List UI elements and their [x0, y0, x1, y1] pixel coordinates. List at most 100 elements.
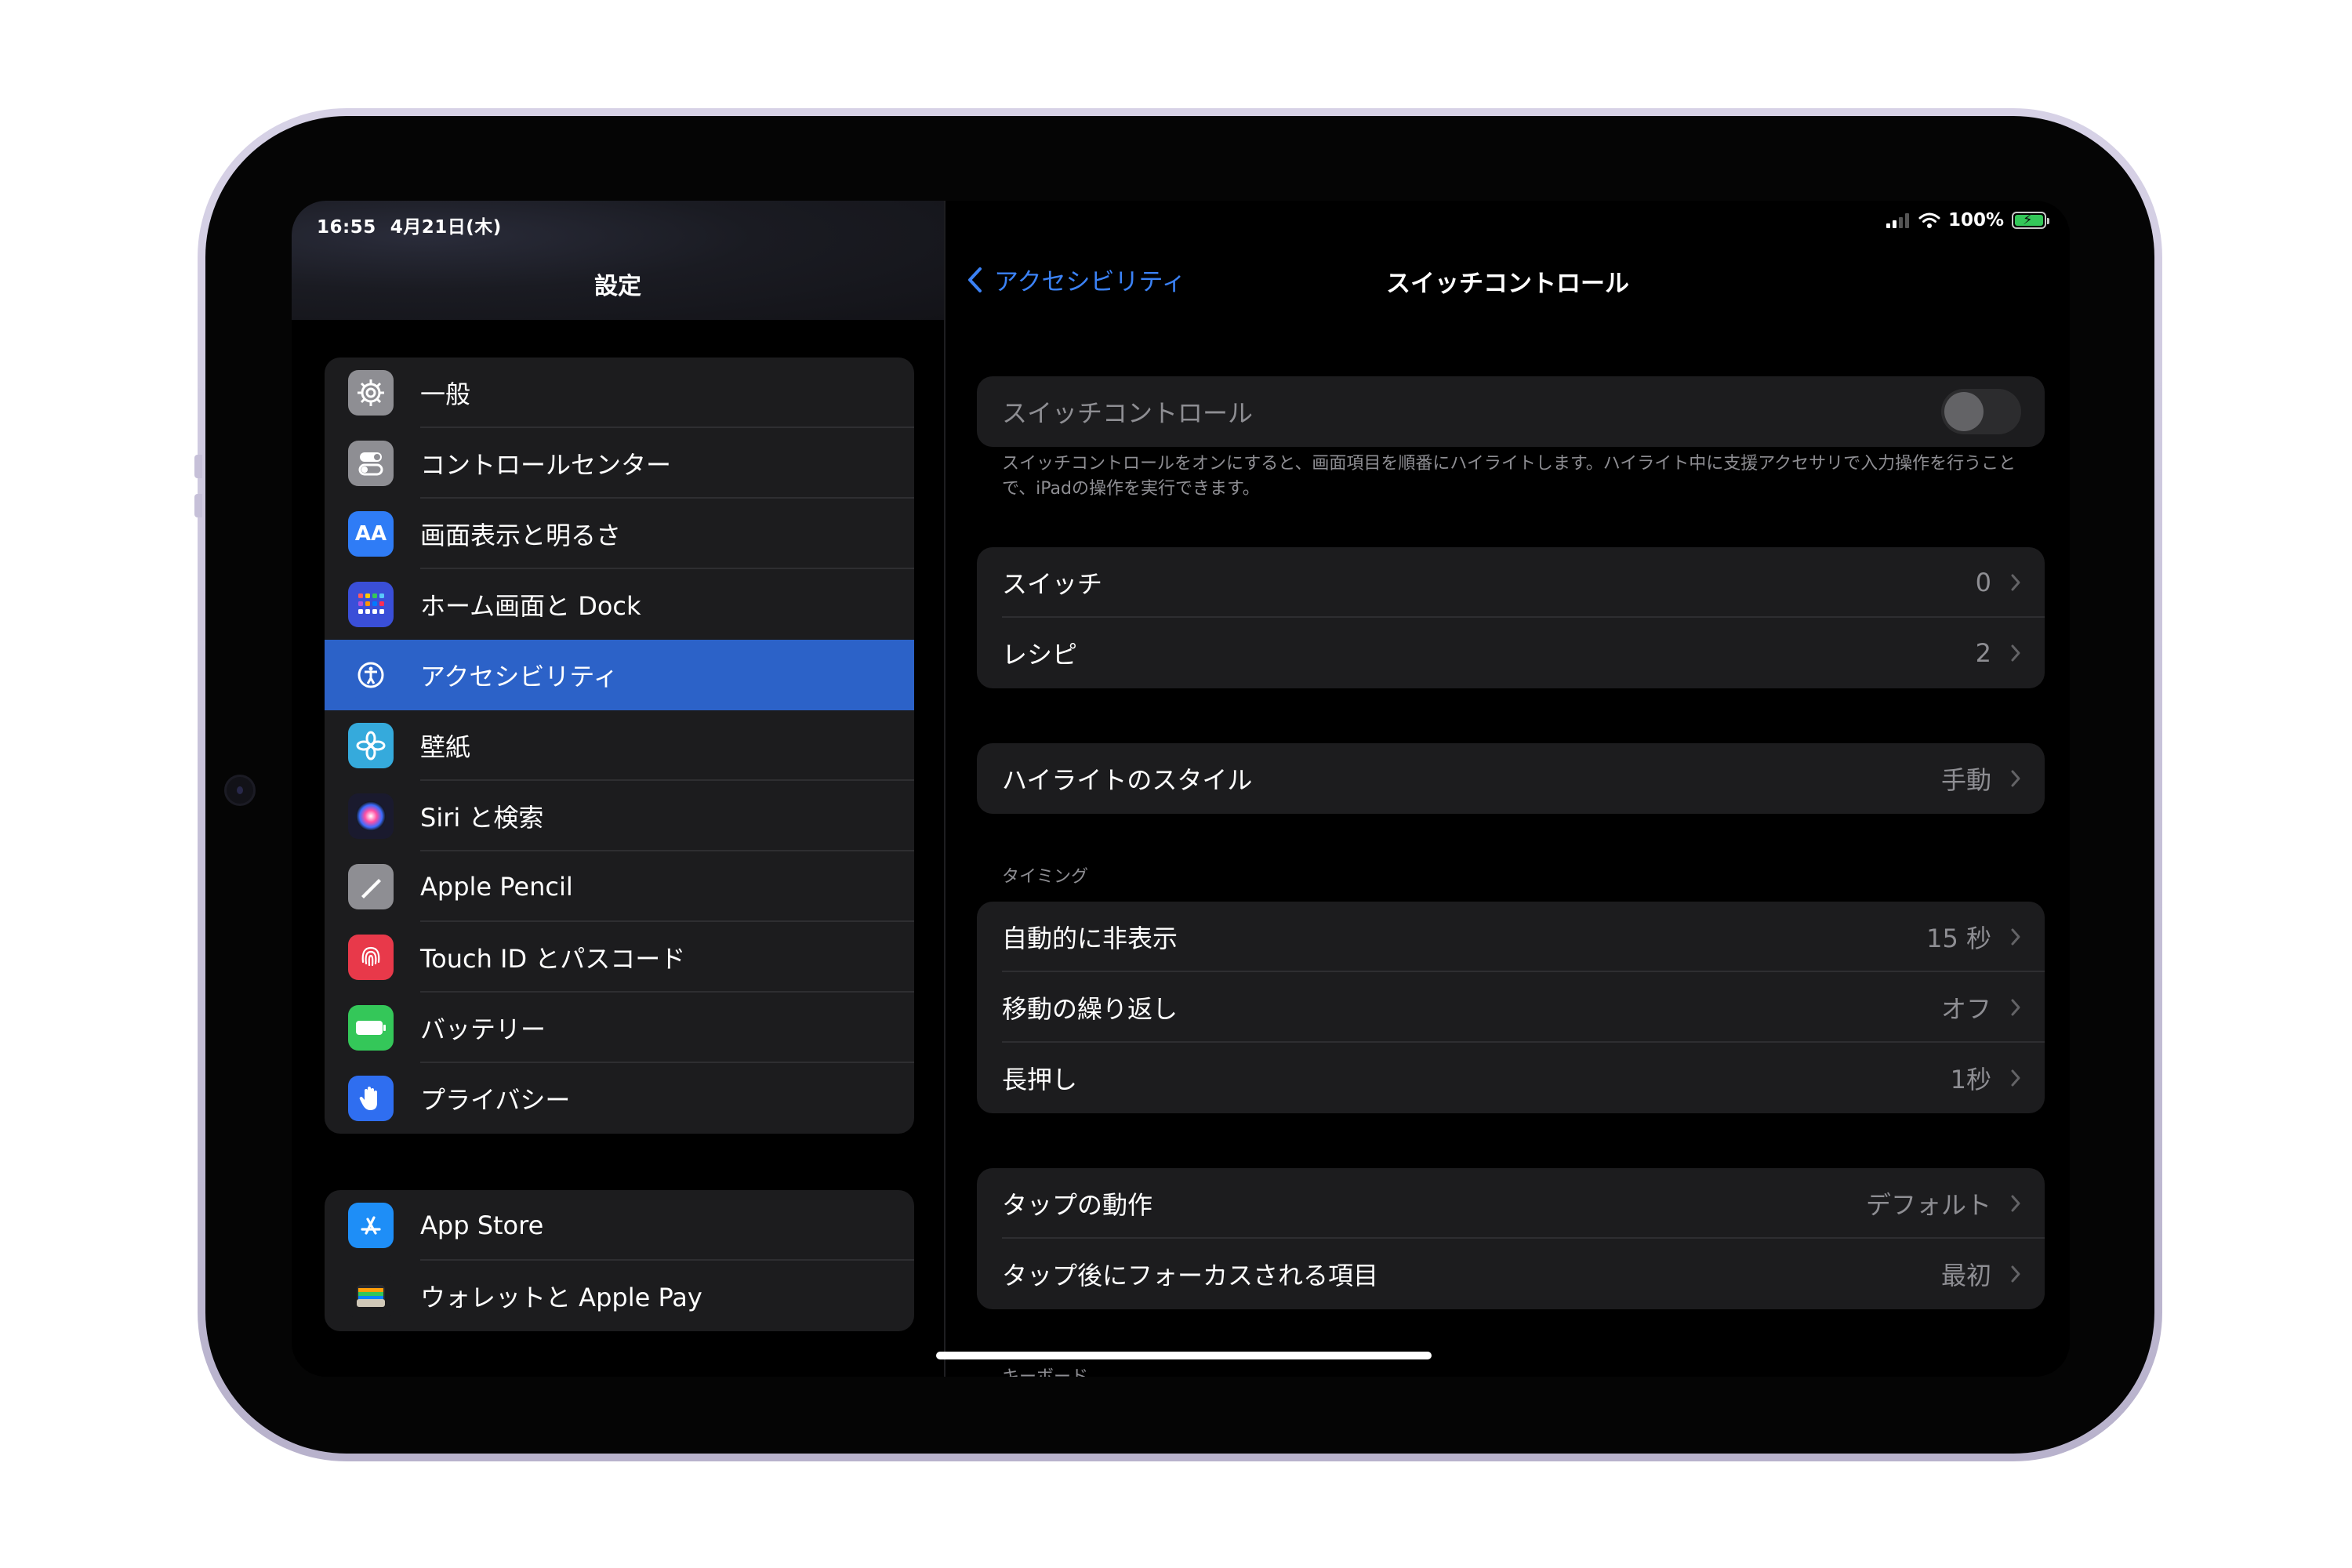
pencil-icon	[348, 864, 394, 909]
timing-row-1[interactable]: 移動の繰り返し オフ	[977, 972, 2045, 1043]
sidebar-item-label: ホーム画面と Dock	[420, 591, 641, 621]
sidebar-item-label: ウォレットと Apple Pay	[420, 1283, 702, 1312]
home-grid-icon	[348, 582, 394, 627]
row-label: 自動的に非表示	[1002, 924, 1178, 953]
settings-sidebar: 16:55 4月21日(木) 設定 一般コントロールセンター AA 画面表示と明るさホ…	[292, 201, 944, 1377]
sidebar-item-fingerprint[interactable]: Touch ID とパスコード	[325, 922, 914, 993]
row-label: レシピ	[1002, 640, 1078, 670]
chevron-right-icon	[2011, 770, 2020, 787]
tap-row-1[interactable]: タップ後にフォーカスされる項目 最初	[977, 1239, 2045, 1309]
highlight-row-0[interactable]: ハイライトのスタイル 手動	[977, 743, 2045, 814]
chevron-right-icon	[2011, 999, 2020, 1016]
chevron-right-icon	[2011, 1195, 2020, 1212]
switch-control-toggle-label: スイッチコントロール	[1002, 398, 1254, 428]
row-label: タップ後にフォーカスされる項目	[1002, 1261, 1379, 1290]
status-time-date: 16:55 4月21日(木)	[317, 212, 516, 238]
keyboard-section-header: キーボード	[1002, 1363, 1088, 1377]
sidebar-item-app-store[interactable]: App Store	[325, 1190, 914, 1261]
sidebar-item-label: 壁紙	[420, 732, 471, 762]
screen: 16:55 4月21日(木) 設定 一般コントロールセンター AA 画面表示と明るさホ…	[292, 201, 2070, 1377]
switch-control-toggle-row: スイッチコントロール	[977, 376, 2045, 447]
sidebar-item-wallet[interactable]: ウォレットと Apple Pay	[325, 1261, 914, 1331]
sidebar-item-text-size[interactable]: AA 画面表示と明るさ	[325, 499, 914, 569]
highlight-group: ハイライトのスタイル 手動	[977, 743, 2045, 814]
hand-icon	[348, 1076, 394, 1121]
siri-icon	[348, 793, 394, 839]
row-label: ハイライトのスタイル	[1002, 765, 1253, 795]
home-indicator[interactable]	[936, 1352, 1432, 1359]
timing-section-header: タイミング	[1002, 867, 1089, 887]
row-value: 最初	[1940, 1261, 1991, 1290]
sidebar-item-battery[interactable]: バッテリー	[325, 993, 914, 1063]
text-size-icon: AA	[348, 511, 394, 557]
chevron-right-icon	[2011, 928, 2020, 946]
wallet-icon	[348, 1273, 394, 1319]
row-label: 移動の繰り返し	[1002, 994, 1178, 1024]
battery-icon	[348, 1005, 394, 1051]
sidebar-item-siri[interactable]: Siri と検索	[325, 781, 914, 851]
wifi-icon	[1918, 212, 1940, 228]
sidebar-item-accessibility[interactable]: アクセシビリティ	[325, 640, 914, 710]
battery-icon: ⚡	[2012, 212, 2049, 229]
tap-row-0[interactable]: タップの動作 デフォルト	[977, 1168, 2045, 1239]
front-camera	[224, 775, 256, 806]
battery-percent: 100%	[1947, 210, 2004, 230]
sidebar-item-label: App Store	[420, 1210, 544, 1240]
row-value: 15 秒	[1926, 924, 1991, 953]
row-value: オフ	[1940, 994, 1991, 1024]
sidebar-item-toggles[interactable]: コントロールセンター	[325, 428, 914, 499]
sidebar-item-label: アクセシビリティ	[420, 662, 619, 691]
sidebar-item-label: Apple Pencil	[420, 872, 573, 902]
row-label: タップの動作	[1002, 1190, 1153, 1220]
row-label: 長押し	[1002, 1065, 1078, 1094]
chevron-right-icon	[2011, 644, 2020, 662]
sidebar-item-label: 一般	[420, 379, 471, 409]
sidebar-item-label: Touch ID とパスコード	[420, 944, 686, 974]
detail-pane: 100% ⚡ アクセシビリティ スイッチコントロール スイッチコントロール スイ…	[946, 201, 2070, 1377]
flower-icon	[348, 723, 394, 768]
chevron-right-icon	[2011, 574, 2020, 591]
chevron-right-icon	[2011, 1265, 2020, 1283]
volume-down-button	[194, 494, 202, 517]
sidebar-item-home-grid[interactable]: ホーム画面と Dock	[325, 569, 914, 640]
switch-control-footnote: スイッチコントロールをオンにすると、画面項目を順番にハイライトします。ハイライト…	[1002, 454, 2016, 499]
switches-row-0[interactable]: スイッチ 0	[977, 547, 2045, 618]
row-value: 手動	[1940, 765, 1991, 795]
status-date: 4月21日(木)	[390, 217, 502, 238]
row-label: スイッチ	[1002, 569, 1103, 599]
sidebar-item-label: コントロールセンター	[420, 450, 672, 480]
sidebar-item-label: Siri と検索	[420, 803, 544, 833]
timing-group: 自動的に非表示 15 秒移動の繰り返し オフ長押し 1秒	[977, 902, 2045, 1113]
switch-control-toggle[interactable]	[1941, 389, 2021, 434]
gear-icon	[348, 370, 394, 416]
sidebar-item-gear[interactable]: 一般	[325, 358, 914, 428]
sidebar-title: 設定	[594, 273, 641, 300]
timing-row-0[interactable]: 自動的に非表示 15 秒	[977, 902, 2045, 972]
page-title: スイッチコントロール	[1386, 270, 1629, 298]
switches-row-1[interactable]: レシピ 2	[977, 618, 2045, 688]
tap-group: タップの動作 デフォルトタップ後にフォーカスされる項目 最初	[977, 1168, 2045, 1309]
toggles-icon	[348, 441, 394, 486]
fingerprint-icon	[348, 935, 394, 980]
row-value: 0	[1975, 568, 1991, 597]
switches-group: スイッチ 0 レシピ 2	[977, 547, 2045, 688]
switch-control-toggle-group: スイッチコントロール	[977, 376, 2045, 447]
accessibility-icon	[348, 652, 394, 698]
row-value: 2	[1975, 638, 1991, 668]
sidebar-item-label: バッテリー	[420, 1014, 546, 1044]
row-value: デフォルト	[1865, 1190, 1991, 1220]
timing-row-2[interactable]: 長押し 1秒	[977, 1043, 2045, 1113]
status-time: 16:55	[317, 217, 376, 238]
status-indicators: 100% ⚡	[1886, 210, 2049, 230]
sidebar-item-label: プライバシー	[420, 1085, 571, 1115]
sidebar-group-main: 一般コントロールセンター AA 画面表示と明るさホーム画面と Dock アクセシビリテ…	[325, 358, 914, 1134]
sidebar-item-hand[interactable]: プライバシー	[325, 1063, 914, 1134]
cellular-signal-icon	[1886, 212, 1909, 228]
row-value: 1秒	[1950, 1065, 1991, 1094]
sidebar-item-flower[interactable]: 壁紙	[325, 710, 914, 781]
app-store-icon	[348, 1203, 394, 1248]
chevron-right-icon	[2011, 1069, 2020, 1087]
sidebar-item-pencil[interactable]: Apple Pencil	[325, 851, 914, 922]
sidebar-group-apps: App Store ウォレットと Apple Pay	[325, 1190, 914, 1331]
volume-up-button	[194, 455, 202, 478]
